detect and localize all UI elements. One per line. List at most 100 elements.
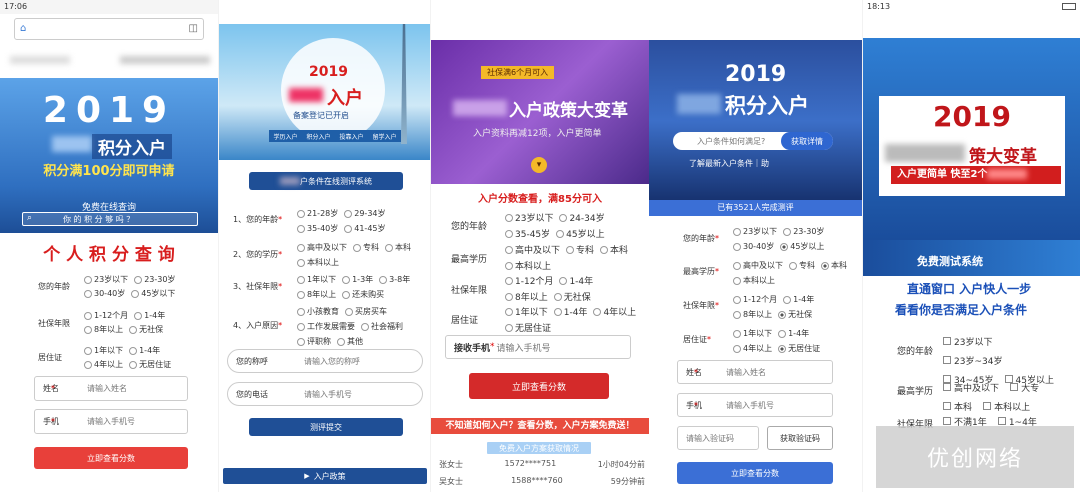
- edu-option[interactable]: 专科: [789, 260, 815, 271]
- reason-option[interactable]: 评职称: [297, 336, 331, 347]
- hero-year: 2019: [309, 64, 348, 80]
- camera-icon[interactable]: ◫: [189, 23, 198, 34]
- name-field[interactable]: 姓名 * 请输入姓名: [34, 376, 188, 401]
- res-option[interactable]: 4年以上: [733, 343, 772, 354]
- edu-option[interactable]: 本科以上: [505, 259, 551, 272]
- submit-button[interactable]: 立即查看分数: [34, 447, 188, 469]
- age-option[interactable]: 29-34岁: [344, 208, 386, 219]
- age-option[interactable]: 23岁~34岁: [943, 354, 1002, 367]
- age-option[interactable]: 23岁以下: [505, 211, 553, 224]
- edu-option[interactable]: 高中及以下: [505, 243, 560, 256]
- age-option[interactable]: 45岁以下: [131, 288, 175, 299]
- res-option[interactable]: 1年以下: [733, 328, 772, 339]
- ss-option[interactable]: 1-4年: [134, 310, 165, 321]
- ss-option[interactable]: 8年以上: [505, 290, 548, 303]
- get-code-button[interactable]: 获取验证码: [767, 426, 833, 450]
- age-label: 您的年龄: [451, 222, 488, 232]
- res-option[interactable]: 4年以上: [593, 305, 636, 318]
- res-option[interactable]: 1年以下: [505, 305, 548, 318]
- ss-option[interactable]: 1-4年: [559, 274, 593, 287]
- age-option[interactable]: 23-30岁: [783, 226, 824, 237]
- score-search[interactable]: ⌕ 你 的 积 分 够 吗 ？: [22, 212, 198, 226]
- get-details-button[interactable]: 获取详情: [781, 132, 833, 150]
- age-option[interactable]: 30-40岁: [84, 288, 125, 299]
- res-option[interactable]: 无居住证: [505, 321, 551, 334]
- edu-option[interactable]: 本科以上: [733, 275, 775, 286]
- free-plan-button[interactable]: 免费入户方案获取情况: [487, 442, 591, 454]
- res-option[interactable]: 1年以下: [84, 345, 123, 356]
- res-option[interactable]: 1-4年: [778, 328, 809, 339]
- res-option[interactable]: 1-4年: [129, 345, 160, 356]
- ss-option[interactable]: 8年以上: [297, 289, 336, 300]
- ss-option[interactable]: 8年以上: [84, 324, 123, 335]
- age-option[interactable]: 23岁以下: [84, 274, 128, 285]
- phone-field[interactable]: 手机 * 请输入手机号: [677, 393, 833, 417]
- detail-search[interactable]: 入户条件如何满足? 获取详情: [673, 132, 833, 150]
- submit-button[interactable]: 测评提交: [249, 418, 403, 436]
- ss-option[interactable]: 1-12个月: [84, 310, 128, 321]
- reason-option[interactable]: 其他: [337, 336, 363, 347]
- free-test-banner: 免费测试系统: [917, 255, 983, 268]
- edu-option[interactable]: 本科以上: [297, 257, 339, 268]
- submit-button[interactable]: 立即查看分数: [677, 462, 833, 484]
- edu-option[interactable]: 高中及以下: [733, 260, 783, 271]
- edu-option[interactable]: 本科: [821, 260, 847, 271]
- edu-option[interactable]: 专科: [353, 242, 379, 253]
- age-option[interactable]: 41-45岁: [344, 223, 386, 234]
- age-option[interactable]: 23岁以下: [943, 335, 992, 348]
- reason-option[interactable]: 社会福利: [361, 321, 403, 332]
- age-option[interactable]: 24-34岁: [559, 211, 605, 224]
- age-option[interactable]: 35-40岁: [297, 223, 338, 234]
- ss-option[interactable]: 1-4年: [783, 294, 814, 305]
- ss-option[interactable]: 3-8年: [379, 274, 410, 285]
- ss-option[interactable]: 1-12个月: [733, 294, 777, 305]
- edu-option[interactable]: 大专: [1010, 381, 1039, 394]
- education-label: 最高学历: [897, 387, 934, 397]
- res-option[interactable]: 无居住证: [129, 359, 171, 370]
- evaluation-system-button[interactable]: 户条件在线测评系统: [249, 172, 403, 190]
- name-field[interactable]: 您的称呼 请输入您的称呼: [227, 349, 423, 373]
- edu-option[interactable]: 本科: [600, 243, 628, 256]
- age-option[interactable]: 21-28岁: [297, 208, 338, 219]
- red-banner: 入户更简单 快至2个: [891, 166, 1061, 184]
- edu-option[interactable]: 专科: [566, 243, 594, 256]
- phone-field[interactable]: 接收手机 * 请输入手机号: [445, 335, 631, 359]
- reason-option[interactable]: 买房买车: [345, 306, 387, 317]
- ss-option[interactable]: 无社保: [553, 290, 591, 303]
- edu-option[interactable]: 高中及以下: [297, 242, 347, 253]
- res-option[interactable]: 1-4年: [553, 305, 587, 318]
- reason-option[interactable]: 小孩教育: [297, 306, 339, 317]
- age-option[interactable]: 23-30岁: [134, 274, 175, 285]
- ss-option[interactable]: 无社保: [129, 324, 163, 335]
- age-option[interactable]: 45岁以上: [780, 241, 824, 252]
- chevron-down-icon[interactable]: ▾: [531, 157, 547, 173]
- res-option[interactable]: 无居住证: [778, 343, 820, 354]
- ss-option[interactable]: 还未购买: [342, 289, 384, 300]
- policy-bar[interactable]: ▶ 入户政策: [223, 468, 427, 484]
- res-option[interactable]: 4年以上: [84, 359, 123, 370]
- phone-field[interactable]: 手机 * 请输入手机号: [34, 409, 188, 434]
- age-option[interactable]: 35-45岁: [505, 227, 550, 240]
- edu-option[interactable]: 本科: [385, 242, 411, 253]
- age-option[interactable]: 30-40岁: [733, 241, 774, 252]
- age-option[interactable]: 45岁以上: [556, 227, 605, 240]
- question-age: 1、您的年龄*: [233, 215, 283, 224]
- ss-option[interactable]: 8年以上: [733, 309, 772, 320]
- ss-option[interactable]: 1年以下: [297, 274, 336, 285]
- ss-option[interactable]: 无社保: [778, 309, 812, 320]
- verification-code-field[interactable]: 请输入验证码: [677, 426, 759, 450]
- score-headline: 入户分数查看，满85分可入: [478, 194, 602, 205]
- address-bar[interactable]: ⌂ ◫: [14, 18, 204, 40]
- ss-option[interactable]: 1-12个月: [505, 274, 553, 287]
- hero-banner: 2019 策大变革 入户更简单 快至2个 免费测试系统: [863, 38, 1080, 267]
- edu-option[interactable]: 高中及以下: [943, 381, 999, 394]
- name-field[interactable]: 姓名 * 请输入姓名: [677, 360, 833, 384]
- ss-option[interactable]: 1-3年: [342, 274, 373, 285]
- social-security-label: 社保年限*: [683, 301, 719, 310]
- social-security-label: 社保年限: [451, 286, 488, 296]
- reason-option[interactable]: 工作发展需要: [297, 321, 355, 332]
- phone-field[interactable]: 您的电话 请输入手机号: [227, 382, 423, 406]
- hero-year: 2019: [42, 90, 176, 131]
- age-option[interactable]: 23岁以下: [733, 226, 777, 237]
- submit-button[interactable]: 立即查看分数: [469, 373, 609, 399]
